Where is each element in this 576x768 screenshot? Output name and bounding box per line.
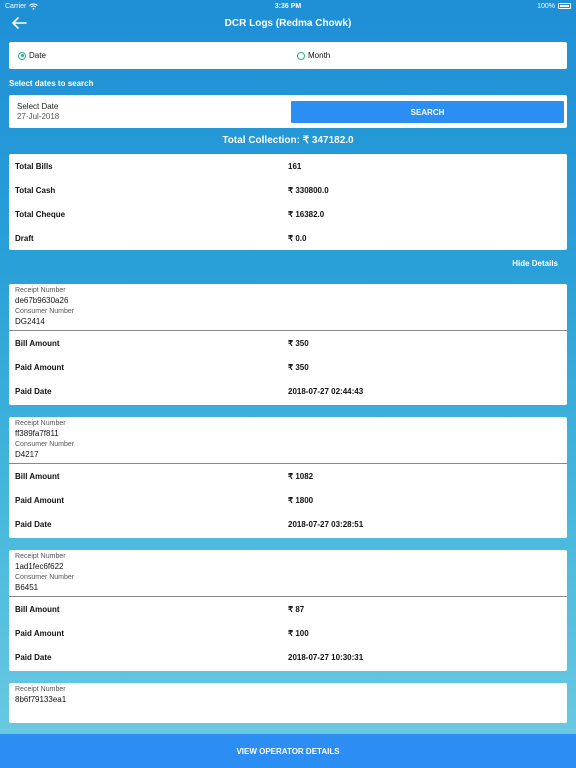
receipt-number-label: Receipt Number xyxy=(15,420,66,427)
bill-amount-label: Bill Amount xyxy=(15,338,60,348)
summary-key: Draft xyxy=(15,233,34,243)
paid-date-row: Paid Date 2018-07-27 03:28:51 xyxy=(15,512,561,536)
paid-date-row: Paid Date 2018-07-27 10:30:31 xyxy=(15,645,561,669)
paid-date-value: 2018-07-27 03:28:51 xyxy=(288,519,364,529)
paid-date-value: 2018-07-27 10:30:31 xyxy=(288,652,364,662)
radio-checked-icon[interactable] xyxy=(18,51,26,60)
navigation-bar: DCR Logs (Redma Chowk) xyxy=(0,12,576,34)
summary-key: Total Cash xyxy=(15,185,56,195)
paid-amount-label: Paid Amount xyxy=(15,362,65,372)
status-time: 3:36 PM xyxy=(274,2,302,10)
paid-amount-row: Paid Amount ₹ 100 xyxy=(15,621,561,645)
consumer-number-label: Consumer Number xyxy=(15,441,75,448)
page-title: DCR Logs (Redma Chowk) xyxy=(224,17,352,29)
summary-value: ₹ 16382.0 xyxy=(288,209,325,219)
filter-type-card: Date Month xyxy=(9,42,567,69)
summary-row: Total Cash ₹ 330800.0 xyxy=(15,178,561,202)
paid-amount-value: ₹ 350 xyxy=(288,362,309,372)
carrier-label: Carrier xyxy=(5,2,27,10)
month-option-label: Month xyxy=(308,51,331,60)
status-bar: Carrier 3:36 PM 100% xyxy=(0,0,576,12)
search-card: Select Date 27-Jul-2018 SEARCH xyxy=(9,95,567,128)
summary-key: Total Cheque xyxy=(15,209,66,219)
summary-value: ₹ 330800.0 xyxy=(288,185,329,195)
receipt-number-value: 1ad1fec6f622 xyxy=(15,562,64,571)
bill-amount-label: Bill Amount xyxy=(15,604,60,614)
paid-date-value: 2018-07-27 02:44:43 xyxy=(288,386,364,396)
summary-card: Total Bills 161 Total Cash ₹ 330800.0 To… xyxy=(9,154,567,250)
paid-date-row: Paid Date 2018-07-27 02:44:43 xyxy=(15,379,561,403)
receipt-number-label: Receipt Number xyxy=(15,553,66,560)
date-picker-label: Select Date xyxy=(17,102,59,111)
receipt-card: Receipt Number ff389fa7f811 Consumer Num… xyxy=(9,417,567,538)
month-radio-option[interactable]: Month xyxy=(297,51,330,60)
bill-amount-value: ₹ 1082 xyxy=(288,471,314,481)
date-radio-option[interactable]: Date xyxy=(18,51,46,60)
receipt-card: Receipt Number 8b6f79133ea1 xyxy=(9,683,567,723)
paid-date-label: Paid Date xyxy=(15,386,52,396)
paid-date-label: Paid Date xyxy=(15,519,52,529)
consumer-number-label: Consumer Number xyxy=(15,574,75,581)
consumer-number-value: B6451 xyxy=(15,583,39,592)
consumer-number-label: Consumer Number xyxy=(15,308,75,315)
paid-amount-row: Paid Amount ₹ 1800 xyxy=(15,488,561,512)
bill-amount-value: ₹ 87 xyxy=(288,604,305,614)
date-picker[interactable]: Select Date 27-Jul-2018 xyxy=(17,102,59,121)
paid-amount-value: ₹ 100 xyxy=(288,628,309,638)
battery-icon xyxy=(558,3,571,9)
search-button[interactable]: SEARCH xyxy=(291,101,564,123)
date-option-label: Date xyxy=(29,51,46,60)
bill-amount-value: ₹ 350 xyxy=(288,338,309,348)
back-arrow-icon[interactable] xyxy=(10,15,28,31)
paid-amount-value: ₹ 1800 xyxy=(288,495,314,505)
total-collection: Total Collection: ₹ 347182.0 xyxy=(222,135,354,146)
summary-row: Total Bills 161 xyxy=(15,154,561,178)
summary-key: Total Bills xyxy=(15,161,53,171)
search-section-label: Select dates to search xyxy=(9,79,94,88)
paid-amount-label: Paid Amount xyxy=(15,495,65,505)
receipt-card: Receipt Number de67b9630a26 Consumer Num… xyxy=(9,284,567,405)
receipt-card: Receipt Number 1ad1fec6f622 Consumer Num… xyxy=(9,550,567,671)
paid-amount-row: Paid Amount ₹ 350 xyxy=(15,355,561,379)
summary-row: Draft ₹ 0.0 xyxy=(15,226,561,250)
consumer-number-value: DG2414 xyxy=(15,317,45,326)
bill-amount-row: Bill Amount ₹ 87 xyxy=(15,597,561,621)
bill-amount-row: Bill Amount ₹ 1082 xyxy=(15,464,561,488)
radio-unchecked-icon[interactable] xyxy=(297,51,305,60)
hide-details-link[interactable]: Hide Details xyxy=(0,259,558,269)
receipt-number-value: 8b6f79133ea1 xyxy=(15,695,67,704)
receipt-number-value: ff389fa7f811 xyxy=(15,429,59,438)
receipt-number-value: de67b9630a26 xyxy=(15,296,69,305)
wifi-icon xyxy=(29,3,39,10)
paid-amount-label: Paid Amount xyxy=(15,628,65,638)
date-picker-value: 27-Jul-2018 xyxy=(17,112,60,121)
bill-amount-label: Bill Amount xyxy=(15,471,60,481)
view-operator-details-button[interactable]: VIEW OPERATOR DETAILS xyxy=(0,734,576,768)
receipt-number-label: Receipt Number xyxy=(15,686,66,693)
battery-percent: 100% xyxy=(537,2,555,10)
summary-value: ₹ 0.0 xyxy=(288,233,307,243)
paid-date-label: Paid Date xyxy=(15,652,52,662)
consumer-number-value: D4217 xyxy=(15,450,39,459)
summary-row: Total Cheque ₹ 16382.0 xyxy=(15,202,561,226)
receipt-number-label: Receipt Number xyxy=(15,287,66,294)
summary-value: 161 xyxy=(288,161,302,171)
bill-amount-row: Bill Amount ₹ 350 xyxy=(15,331,561,355)
